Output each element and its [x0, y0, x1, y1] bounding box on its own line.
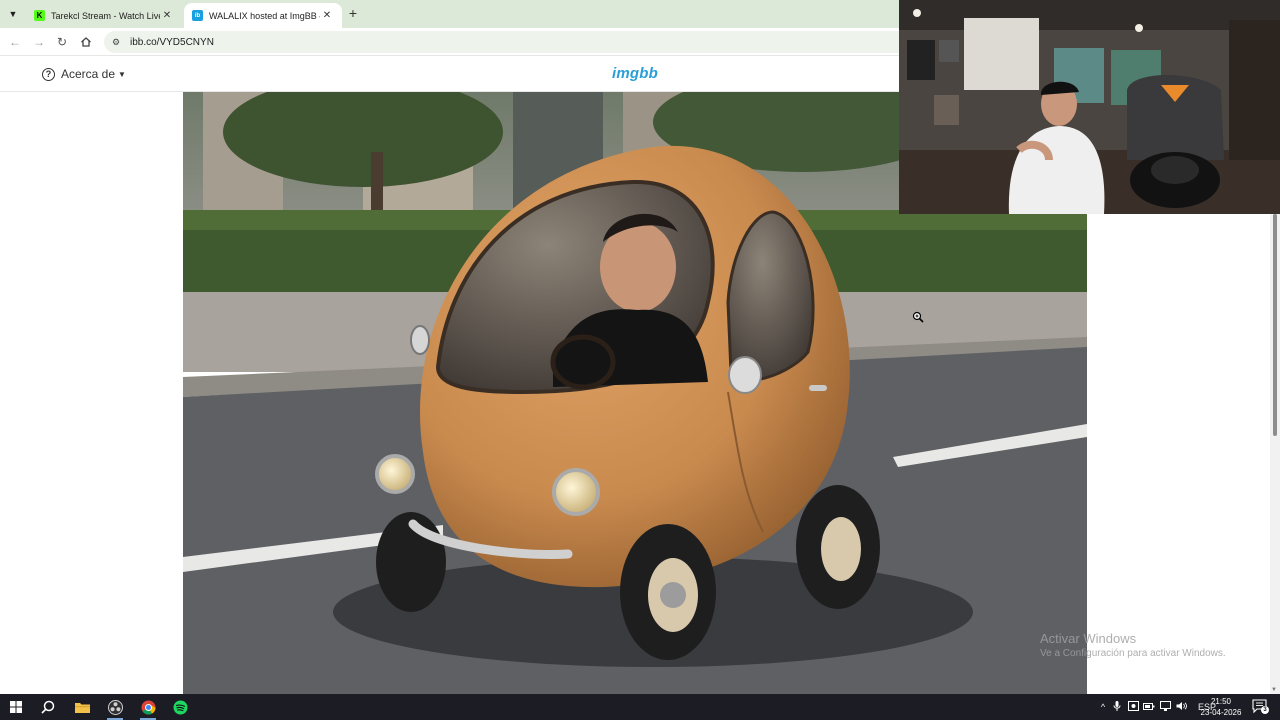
- taskbar-obs[interactable]: [104, 697, 126, 720]
- network-icon[interactable]: [1157, 701, 1173, 713]
- tab-kick-stream[interactable]: K Tarekcl Stream - Watch Live on ✕: [26, 3, 182, 28]
- help-circle-icon: ?: [42, 67, 55, 81]
- search-icon: [41, 700, 55, 714]
- clock-date: 23-04-2026: [1200, 708, 1242, 717]
- watermark-title: Activar Windows: [1040, 631, 1137, 646]
- tab-imgbb[interactable]: ib WALALIX hosted at ImgBB — I ✕: [184, 3, 342, 28]
- scroll-down-arrow-icon[interactable]: ▼: [1271, 687, 1277, 693]
- taskbar-chrome[interactable]: [137, 697, 159, 720]
- tab-title: WALALIX hosted at ImgBB — I: [209, 10, 320, 21]
- home-icon: [81, 37, 91, 47]
- clock-time: 21:50: [1210, 697, 1232, 706]
- about-label: Acerca de: [61, 67, 116, 81]
- home-button[interactable]: [78, 34, 94, 50]
- webcam-feed: [899, 0, 1280, 214]
- site-info-icon[interactable]: ⚙: [110, 37, 122, 48]
- webcam-overlay: [899, 0, 1280, 214]
- imgbb-favicon: ib: [192, 10, 203, 21]
- windows-start-icon: [10, 701, 22, 713]
- windows-taskbar: ^ ESP 21:50 23-04-2026 3: [0, 694, 1280, 720]
- forward-button[interactable]: →: [31, 34, 47, 50]
- taskbar-file-explorer[interactable]: [71, 697, 93, 717]
- taskbar-search-button[interactable]: [37, 697, 59, 717]
- tab-title: Tarekcl Stream - Watch Live on: [51, 10, 160, 21]
- close-tab-icon[interactable]: ✕: [320, 10, 334, 21]
- reload-icon: ↻: [56, 35, 68, 49]
- taskbar-spotify[interactable]: [169, 697, 191, 717]
- spotify-icon: [173, 700, 187, 714]
- arrow-left-icon: ←: [9, 35, 21, 49]
- screen: ▼ K Tarekcl Stream - Watch Live on ✕ ib …: [0, 0, 1280, 720]
- site-header: ? Acerca de ▼ imgbb: [0, 57, 900, 92]
- browser-toolbar: ← → ↻ ⚙ ibb.co/VYD5CNYN: [0, 28, 900, 56]
- camera-icon[interactable]: [1125, 701, 1141, 713]
- reload-button[interactable]: ↻: [54, 34, 70, 50]
- address-bar[interactable]: ⚙ ibb.co/VYD5CNYN: [104, 31, 900, 53]
- windows-start-button[interactable]: [5, 697, 27, 717]
- arrow-right-icon: →: [33, 35, 45, 49]
- chrome-icon: [141, 700, 156, 715]
- chevron-down-icon: ▼: [8, 9, 18, 19]
- tab-strip: ▼ K Tarekcl Stream - Watch Live on ✕ ib …: [0, 0, 900, 28]
- taskbar-clock[interactable]: 21:50 23-04-2026: [1196, 696, 1246, 718]
- obs-icon: [107, 699, 123, 715]
- tab-search-button[interactable]: ▼: [4, 5, 22, 23]
- page-scrollbar[interactable]: ▼: [1270, 214, 1280, 694]
- zoom-in-cursor-icon: [912, 311, 924, 323]
- imgbb-logo[interactable]: imgbb: [600, 65, 670, 82]
- volume-icon[interactable]: [1173, 701, 1189, 713]
- close-tab-icon[interactable]: ✕: [160, 10, 174, 21]
- about-menu[interactable]: ? Acerca de ▼: [42, 67, 126, 81]
- windows-activation-watermark: Activar Windows Ve a Configuración para …: [1040, 631, 1226, 659]
- notification-center-button[interactable]: 3: [1252, 699, 1269, 714]
- watermark-subtitle: Ve a Configuración para activar Windows.: [1040, 648, 1226, 659]
- file-explorer-icon: [74, 703, 90, 713]
- url-text: ibb.co/VYD5CNYN: [130, 36, 214, 48]
- chevron-up-icon[interactable]: ^: [1097, 702, 1109, 712]
- battery-icon[interactable]: [1141, 702, 1157, 713]
- scrollbar-thumb[interactable]: [1273, 214, 1277, 436]
- microphone-icon[interactable]: [1109, 700, 1125, 714]
- caret-down-icon: ▼: [118, 69, 126, 79]
- kick-favicon: K: [34, 10, 45, 21]
- back-button[interactable]: ←: [7, 34, 23, 50]
- new-tab-button[interactable]: +: [346, 6, 360, 20]
- notification-count-badge: 3: [1261, 706, 1269, 714]
